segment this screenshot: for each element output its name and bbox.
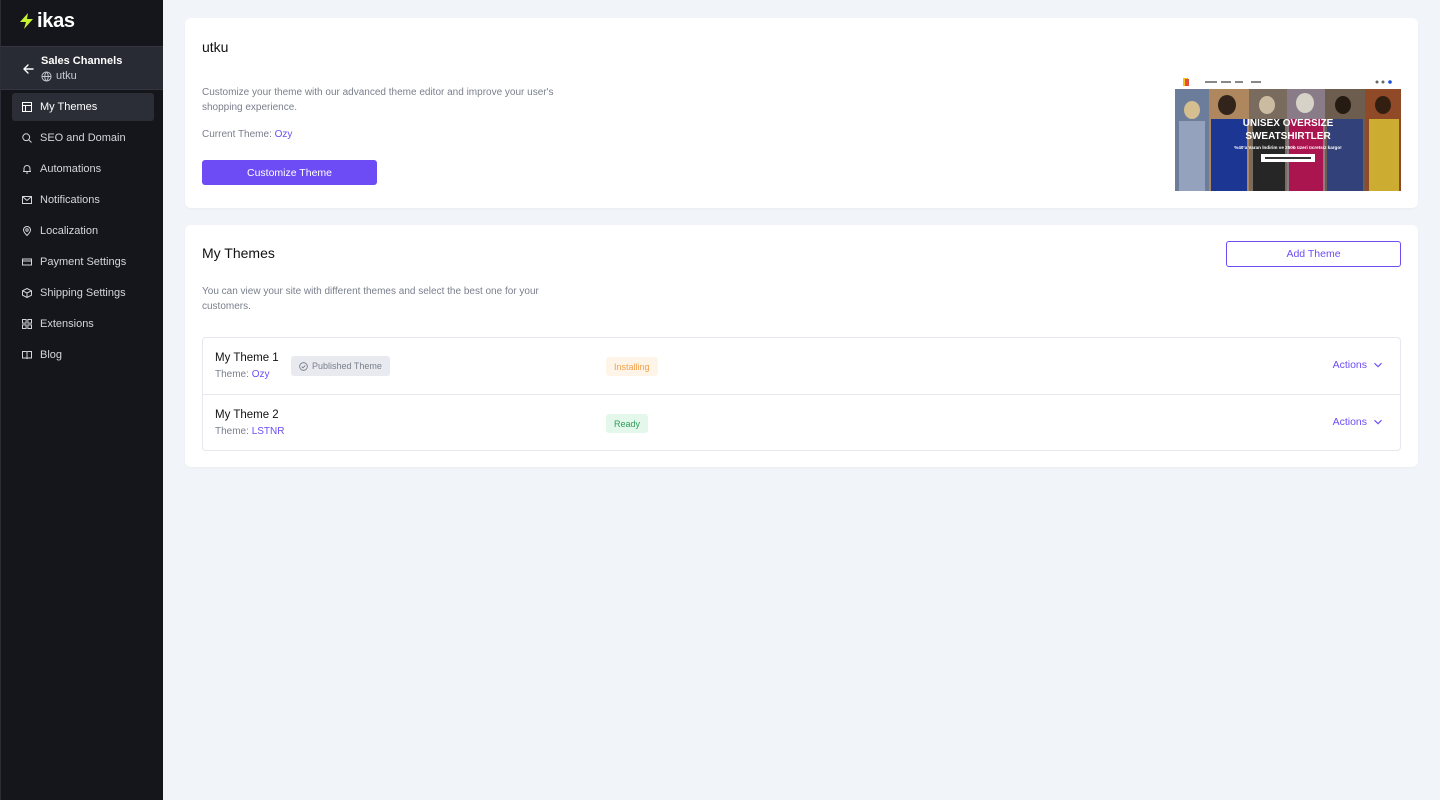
sidebar-item-label: Payment Settings xyxy=(40,256,127,268)
add-theme-button[interactable]: Add Theme xyxy=(1226,241,1401,267)
theme-row: My Theme 1 Theme: Ozy Published Theme In… xyxy=(203,338,1400,394)
sidebar-item-label: Extensions xyxy=(40,318,94,330)
preview-tagline: %40'a Varan İndirim ve 250₺ üzeri ücrets… xyxy=(1234,144,1342,150)
sidebar-item-blog[interactable]: Blog xyxy=(12,341,154,369)
chevron-down-icon xyxy=(1374,362,1382,368)
ikas-logo[interactable]: ikas xyxy=(19,10,75,32)
sidebar-item-payment-settings[interactable]: Payment Settings xyxy=(12,248,154,276)
sidebar-item-label: Shipping Settings xyxy=(40,287,126,299)
box-icon xyxy=(22,288,32,298)
preview-headline-2: SWEATSHIRTLER xyxy=(1245,131,1331,142)
themes-description: You can view your site with different th… xyxy=(202,286,539,312)
sidebar-item-automations[interactable]: Automations xyxy=(12,155,154,183)
sidebar-item-shipping-settings[interactable]: Shipping Settings xyxy=(12,279,154,307)
current-theme-label: Current Theme: xyxy=(202,129,272,140)
sidebar-item-label: Localization xyxy=(40,225,99,237)
map-pin-icon xyxy=(22,226,32,236)
sidebar-item-extensions[interactable]: Extensions xyxy=(12,310,154,338)
sidebar-item-label: Blog xyxy=(40,349,63,361)
book-icon xyxy=(22,351,32,360)
sidebar: ikas Sales Channels utku My Themes SEO a… xyxy=(0,0,163,800)
sidebar-item-label: SEO and Domain xyxy=(40,132,126,144)
published-badge-label: Published Theme xyxy=(312,361,382,371)
sidebar-item-label: Automations xyxy=(40,163,102,175)
check-circle-icon xyxy=(299,361,308,371)
current-theme: Current Theme: Ozy xyxy=(202,129,292,140)
credit-card-icon xyxy=(22,258,32,266)
bell-icon xyxy=(23,165,31,174)
channel-name-text: utku xyxy=(56,70,77,82)
sidebar-item-my-themes[interactable]: My Themes xyxy=(12,93,154,121)
status-badge: Installing xyxy=(606,357,658,376)
actions-label: Actions xyxy=(1332,359,1367,371)
search-icon xyxy=(22,133,32,143)
theme-preview-graphic: UNISEX OVERSIZE SWEATSHIRTLER %40'a Vara… xyxy=(1175,75,1401,191)
layout-icon xyxy=(22,102,32,112)
channel-title: Sales Channels xyxy=(41,55,123,67)
sidebar-item-label: Notifications xyxy=(40,194,100,206)
grid-icon xyxy=(22,319,32,329)
theme-name: My Theme 1 xyxy=(215,352,279,364)
theme-source: Theme: Ozy xyxy=(215,369,269,380)
preview-headline-1: UNISEX OVERSIZE xyxy=(1243,118,1334,129)
chevron-down-icon xyxy=(1374,419,1382,425)
back-arrow-icon[interactable] xyxy=(21,62,35,76)
actions-dropdown[interactable]: Actions xyxy=(1333,416,1383,428)
mail-icon xyxy=(22,196,32,204)
theme-source-label: Theme: xyxy=(215,369,249,380)
sidebar-item-label: My Themes xyxy=(40,101,98,113)
actions-dropdown[interactable]: Actions xyxy=(1333,359,1383,371)
globe-icon xyxy=(41,70,52,82)
section-title: My Themes xyxy=(202,245,275,261)
bolt-icon xyxy=(20,13,33,29)
theme-preview-image: UNISEX OVERSIZE SWEATSHIRTLER %40'a Vara… xyxy=(1175,75,1401,191)
store-description: Customize your theme with our advanced t… xyxy=(202,87,554,113)
sidebar-item-seo-domain[interactable]: SEO and Domain xyxy=(12,124,154,152)
themes-list: My Theme 1 Theme: Ozy Published Theme In… xyxy=(202,337,1401,451)
sidebar-item-notifications[interactable]: Notifications xyxy=(12,186,154,214)
published-theme-badge: Published Theme xyxy=(291,356,390,376)
status-badge: Ready xyxy=(606,414,649,433)
theme-name: My Theme 2 xyxy=(215,409,279,421)
sidebar-item-localization[interactable]: Localization xyxy=(12,217,154,245)
brand-name: ikas xyxy=(37,9,75,32)
channel-name: utku xyxy=(41,70,77,82)
theme-source-link[interactable]: Ozy xyxy=(252,369,270,380)
customize-theme-button[interactable]: Customize Theme xyxy=(202,160,377,185)
sales-channel-header[interactable]: Sales Channels utku xyxy=(1,46,163,90)
theme-source-link[interactable]: LSTNR xyxy=(252,426,285,437)
theme-row: My Theme 2 Theme: LSTNR Ready Actions xyxy=(203,394,1400,450)
theme-source: Theme: LSTNR xyxy=(215,426,284,437)
store-title: utku xyxy=(202,39,229,55)
theme-source-label: Theme: xyxy=(215,426,249,437)
actions-label: Actions xyxy=(1332,416,1367,428)
current-theme-link[interactable]: Ozy xyxy=(275,129,293,140)
store-card: utku Customize your theme with our advan… xyxy=(185,18,1418,208)
themes-card: My Themes Add Theme You can view your si… xyxy=(185,225,1418,467)
sidebar-nav: My Themes SEO and Domain Automations Not… xyxy=(12,93,154,372)
